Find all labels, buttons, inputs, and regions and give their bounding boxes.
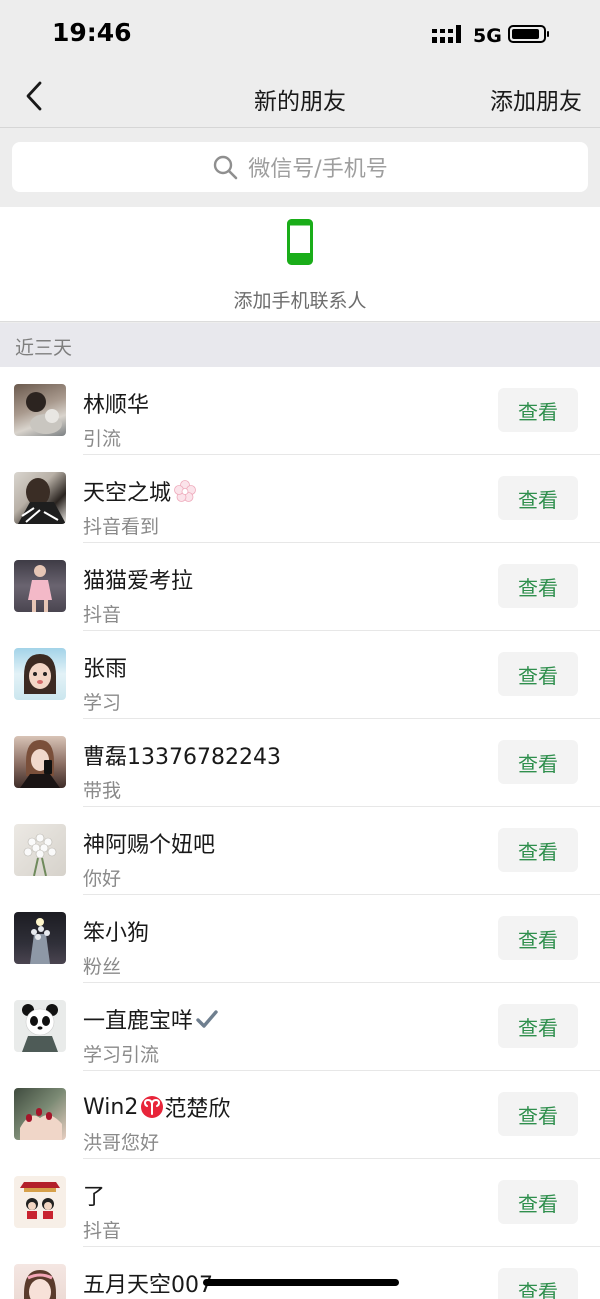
- signal-icon: [432, 25, 461, 43]
- list-item[interactable]: 了 抖音 查看: [0, 1159, 600, 1247]
- view-button[interactable]: 查看: [498, 1268, 578, 1299]
- view-button[interactable]: 查看: [498, 740, 578, 784]
- friend-name: 一直鹿宝咩: [83, 1003, 219, 1035]
- friend-name: 笨小狗: [83, 921, 150, 946]
- section-header: [0, 323, 600, 367]
- status-time: 19:46: [52, 18, 132, 47]
- flower-icon: [174, 480, 196, 502]
- friend-message: 抖音: [83, 604, 122, 626]
- list-item[interactable]: 猫猫爱考拉 抖音 查看: [0, 543, 600, 631]
- avatar: [14, 912, 66, 964]
- view-button[interactable]: 查看: [498, 1004, 578, 1048]
- friend-name: 曹磊13376782243: [83, 745, 281, 770]
- friend-message: 洪哥您好: [83, 1132, 160, 1154]
- avatar: [14, 1176, 66, 1228]
- list-item[interactable]: Win2 范楚欣 洪哥您好 查看: [0, 1071, 600, 1159]
- friend-name: 五月天空007: [83, 1273, 213, 1298]
- list-item[interactable]: 神阿赐个妞吧 你好 查看: [0, 807, 600, 895]
- friend-name-suffix: 范楚欣: [164, 1097, 231, 1122]
- battery-icon: [508, 25, 549, 43]
- avatar: [14, 648, 66, 700]
- friend-message: 你好: [83, 868, 122, 890]
- friend-message: 学习: [83, 692, 122, 714]
- avatar: [14, 472, 66, 524]
- search-input[interactable]: 微信号/手机号: [12, 142, 588, 192]
- friend-message: 抖音看到: [83, 516, 160, 538]
- friend-name: 猫猫爱考拉: [83, 569, 194, 594]
- friend-message: 抖音: [83, 1220, 122, 1242]
- list-item[interactable]: 曹磊13376782243 带我 查看: [0, 719, 600, 807]
- search-placeholder: 微信号/手机号: [248, 157, 388, 182]
- list-item[interactable]: 天空之城 抖音看到 查看: [0, 455, 600, 543]
- search-icon: [214, 155, 238, 180]
- friend-name-text: 天空之城: [83, 481, 172, 506]
- avatar: [14, 384, 66, 436]
- view-button[interactable]: 查看: [498, 916, 578, 960]
- friend-name: 神阿赐个妞吧: [83, 833, 216, 858]
- friend-name: Win2 范楚欣: [83, 1091, 230, 1123]
- aries-icon: [141, 1096, 164, 1118]
- friend-name-text: 一直鹿宝咩: [83, 1009, 194, 1034]
- view-button[interactable]: 查看: [498, 1092, 578, 1136]
- list-item[interactable]: 笨小狗 粉丝 查看: [0, 895, 600, 983]
- avatar: [14, 560, 66, 612]
- list-item[interactable]: 张雨 学习 查看: [0, 631, 600, 719]
- friend-message: 带我: [83, 780, 122, 802]
- home-indicator[interactable]: [203, 1279, 399, 1286]
- avatar: [14, 1264, 66, 1299]
- avatar: [14, 1088, 66, 1140]
- view-button[interactable]: 查看: [498, 388, 578, 432]
- network-label: 5G: [473, 25, 502, 47]
- friend-message: 引流: [83, 428, 122, 450]
- section-label: 近三天: [15, 337, 73, 359]
- avatar: [14, 1000, 66, 1052]
- friend-name-text: Win2: [83, 1094, 139, 1120]
- phone-contacts-label: 添加手机联系人: [233, 290, 367, 312]
- friend-name: 林顺华: [83, 393, 150, 418]
- friend-name: 天空之城: [83, 475, 197, 507]
- view-button[interactable]: 查看: [498, 564, 578, 608]
- nav-bar: 新的朋友 添加朋友: [0, 66, 600, 128]
- view-button[interactable]: 查看: [498, 1180, 578, 1224]
- view-button[interactable]: 查看: [498, 828, 578, 872]
- phone-icon: [287, 219, 313, 265]
- list-item[interactable]: 五月天空007 查看: [0, 1247, 600, 1299]
- add-friend-button[interactable]: 添加朋友: [490, 82, 582, 116]
- status-bar: 19:46 5G: [0, 0, 600, 66]
- avatar: [14, 824, 66, 876]
- view-button[interactable]: 查看: [498, 652, 578, 696]
- friend-name: 张雨: [83, 657, 128, 682]
- friend-message: 粉丝: [83, 956, 122, 978]
- list-item[interactable]: 一直鹿宝咩 学习引流 查看: [0, 983, 600, 1071]
- friend-list: 林顺华 引流 查看 天空之城 抖音看到 查看 猫猫爱考拉 抖音 查看 张雨 学习…: [0, 367, 600, 1299]
- friend-message: 学习引流: [83, 1044, 160, 1066]
- friend-name: 了: [83, 1185, 106, 1210]
- check-icon: [196, 1010, 218, 1028]
- avatar: [14, 736, 66, 788]
- view-button[interactable]: 查看: [498, 476, 578, 520]
- list-item[interactable]: 林顺华 引流 查看: [0, 367, 600, 455]
